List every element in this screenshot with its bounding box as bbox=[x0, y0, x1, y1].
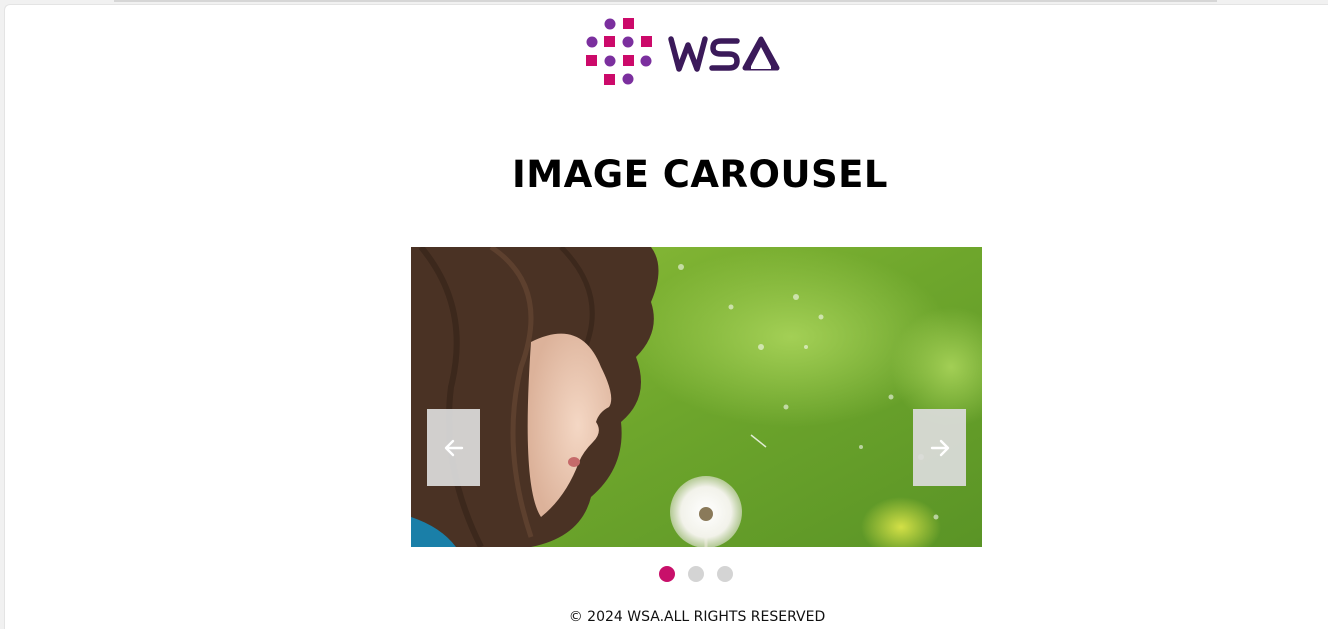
page-title: IMAGE CAROUSEL bbox=[511, 153, 889, 196]
carousel-dot-1[interactable] bbox=[659, 566, 675, 582]
carousel-prev-button[interactable] bbox=[427, 409, 480, 486]
wsa-logo bbox=[585, 17, 795, 93]
carousel-dot-2[interactable] bbox=[688, 566, 704, 582]
carousel-next-button[interactable] bbox=[913, 409, 966, 486]
image-carousel bbox=[411, 247, 982, 547]
page-container: IMAGE CAROUSEL © 2024 WSA.ALL RIGHTS RES… bbox=[4, 4, 1328, 629]
carousel-slide-image bbox=[411, 247, 982, 547]
browser-top-edge bbox=[114, 0, 1217, 2]
footer-copyright: © 2024 WSA.ALL RIGHTS RESERVED bbox=[568, 609, 826, 625]
arrow-left-icon bbox=[444, 439, 463, 456]
carousel-dot-3[interactable] bbox=[717, 566, 733, 582]
carousel-pagination bbox=[659, 566, 733, 582]
arrow-right-icon bbox=[930, 439, 949, 456]
wsa-logo-graphic bbox=[586, 18, 780, 85]
